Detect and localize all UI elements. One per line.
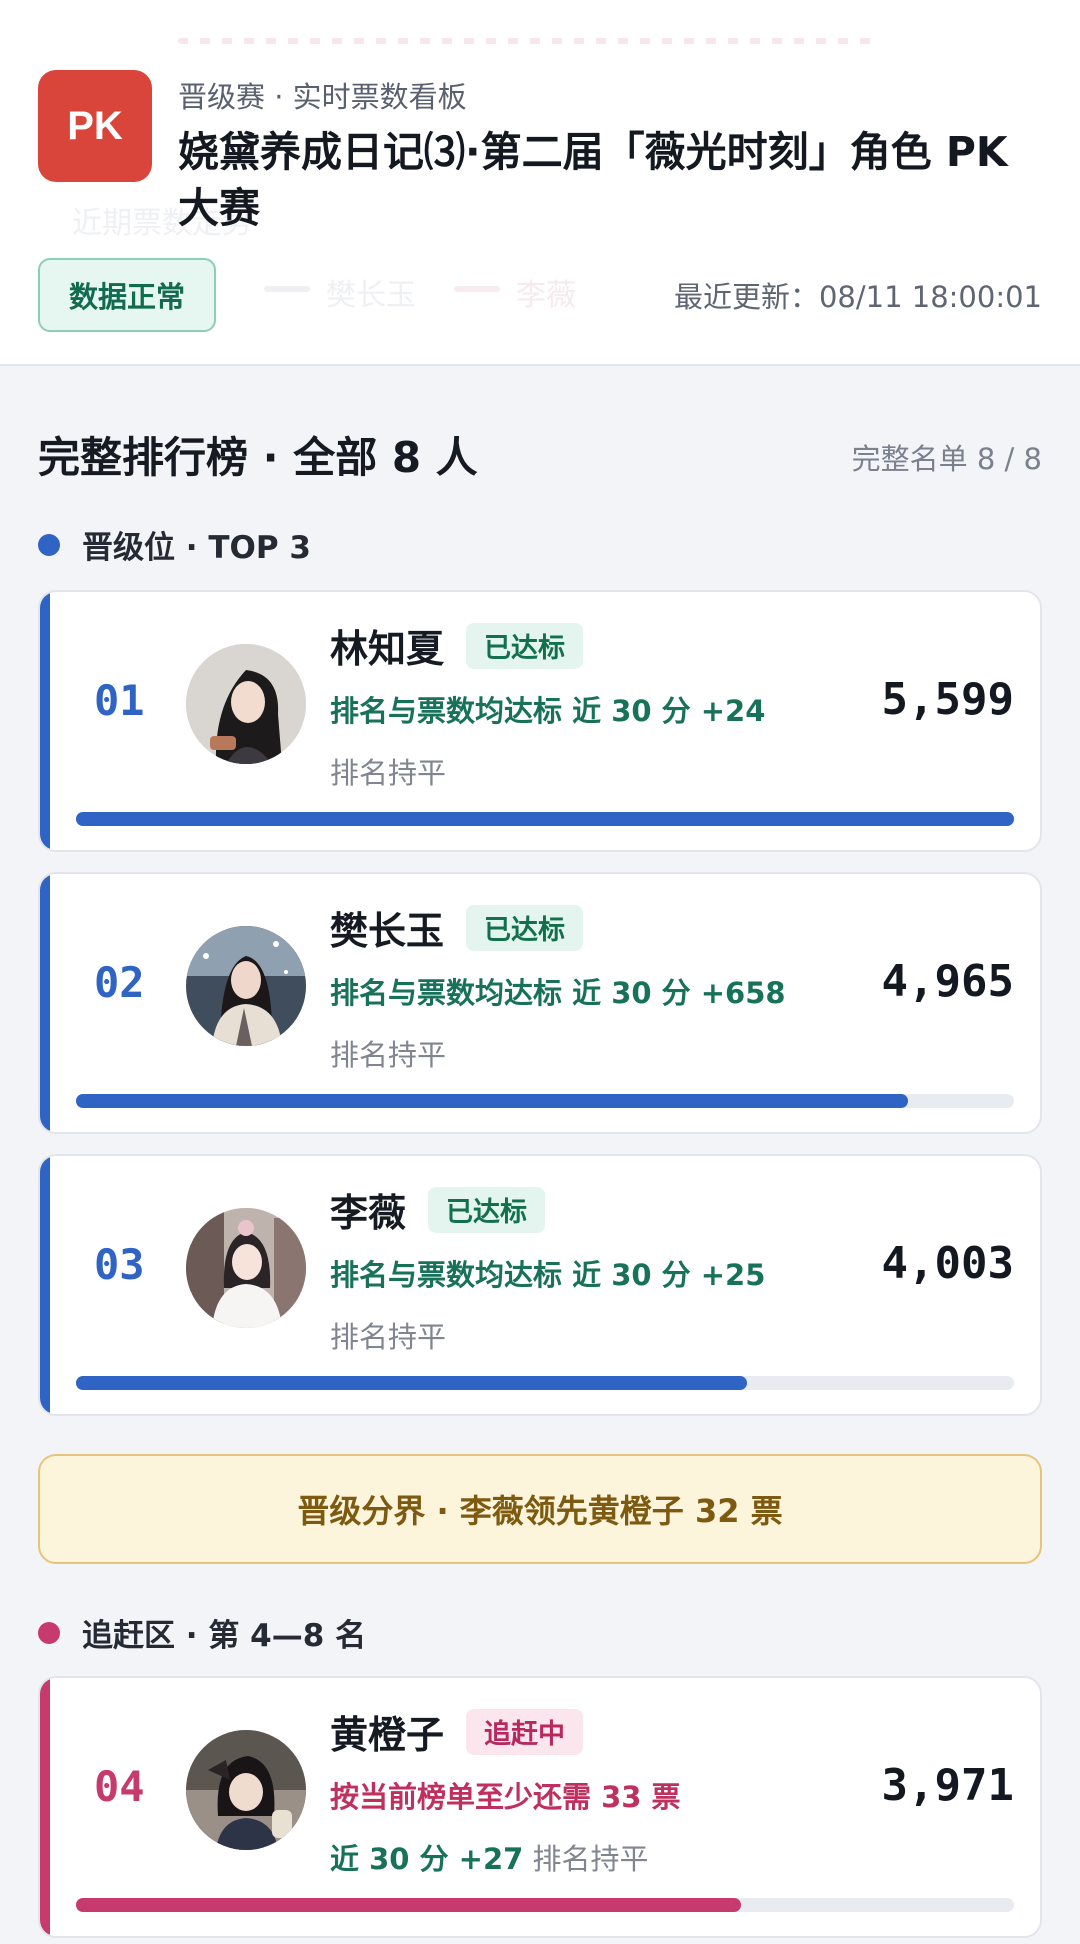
ghost-legend-2: 李薇: [516, 278, 576, 313]
rank-change-text: 排名持平: [532, 1842, 649, 1876]
page-header: 近期票数走势 樊长玉 李薇 PK 晋级赛 · 实时票数看板 娆黛养成日记⑶·第二…: [0, 0, 1080, 366]
leaderboard-count: 完整名单 8 / 8: [851, 442, 1042, 476]
avatar: [186, 1730, 306, 1850]
pk-logo: PK: [38, 70, 152, 182]
status-detail: 按当前榜单至少还需 33 票: [330, 1780, 681, 1814]
vote-count: 4,003: [881, 1238, 1014, 1289]
vote-count: 3,971: [881, 1760, 1014, 1811]
avatar: [186, 926, 306, 1046]
status-detail: 排名与票数均达标 近 30 分 +25: [330, 1258, 766, 1292]
status-tag: 已达标: [466, 622, 584, 669]
rank-change: 近 30 分 +27 排名持平: [330, 1836, 649, 1878]
rank-number: 03: [94, 1240, 145, 1289]
contestant-name: 林知夏: [330, 627, 445, 671]
last-updated: 最近更新：08/11 18:00:01: [673, 280, 1042, 314]
vote-progress-fill: [76, 812, 1014, 826]
contestant-name: 樊长玉: [330, 909, 445, 953]
vote-progress-bar: [76, 1898, 1014, 1912]
page-title: 娆黛养成日记⑶·第二届「薇光时刻」角色 PK 大赛: [178, 128, 1008, 232]
rank-number: 04: [94, 1762, 145, 1811]
leaderboard-card[interactable]: 04 黄橙子 追赶中 按当前榜单至少还需 33 票 近 30 分 +27 排名持…: [38, 1676, 1042, 1938]
leaderboard-card[interactable]: 02 樊长玉 已达标 排名与票数均达标 近 30 分 +658 排名持平 4,9…: [38, 872, 1042, 1134]
vote-count: 4,965: [881, 956, 1014, 1007]
vote-progress-fill: [76, 1898, 742, 1912]
vote-progress-bar: [76, 812, 1014, 826]
avatar: [186, 1208, 306, 1328]
vote-count: 5,599: [881, 674, 1014, 725]
ghost-legend-swatch-2: [454, 286, 500, 292]
vote-progress-bar: [76, 1094, 1014, 1108]
rank-change: 排名持平: [330, 1038, 447, 1072]
rank-change: 排名持平: [330, 1320, 447, 1354]
status-detail: 排名与票数均达标 近 30 分 +658: [330, 976, 786, 1010]
vote-progress-fill: [76, 1376, 747, 1390]
qualify-dot-icon: [38, 533, 60, 556]
status-tag: 追赶中: [466, 1708, 584, 1755]
rank-change: 排名持平: [330, 756, 447, 790]
qualify-cutoff-banner: 晋级分界 · 李薇领先黄橙子 32 票: [38, 1454, 1042, 1564]
ghost-legend-1: 樊长玉: [326, 278, 416, 313]
data-status-badge: 数据正常: [38, 258, 216, 332]
leaderboard-card[interactable]: 01 林知夏 已达标 排名与票数均达标 近 30 分 +24 排名持平 5,59…: [38, 590, 1042, 852]
contestant-name: 李薇: [330, 1191, 407, 1235]
ghost-legend-swatch-1: [264, 286, 310, 292]
rank-number: 02: [94, 958, 145, 1007]
chase-heading-label: 追赶区 · 第 4—8 名: [82, 1618, 367, 1654]
ghost-trend-line: [178, 38, 878, 44]
status-tag: 已达标: [466, 904, 584, 951]
leaderboard-card[interactable]: 03 李薇 已达标 排名与票数均达标 近 30 分 +25 排名持平 4,003: [38, 1154, 1042, 1416]
rank-stripe: [40, 874, 50, 1132]
chase-dot-icon: [38, 1621, 60, 1644]
status-tag: 已达标: [428, 1186, 546, 1233]
vote-progress-bar: [76, 1376, 1014, 1390]
vote-progress-fill: [76, 1094, 908, 1108]
rank-stripe: [40, 1156, 50, 1414]
rank-stripe: [40, 592, 50, 850]
leaderboard-title: 完整排行榜 · 全部 8 人: [38, 433, 478, 482]
qualify-heading-label: 晋级位 · TOP 3: [82, 530, 311, 566]
page-subtitle: 晋级赛 · 实时票数看板: [178, 80, 467, 114]
status-detail: 排名与票数均达标 近 30 分 +24: [330, 694, 766, 728]
chase-section-heading: 追赶区 · 第 4—8 名: [38, 1610, 366, 1655]
qualify-section-heading: 晋级位 · TOP 3: [38, 522, 311, 567]
recent-vote-delta: 近 30 分 +27: [330, 1842, 524, 1876]
rank-stripe: [40, 1678, 50, 1936]
contestant-name: 黄橙子: [330, 1713, 445, 1757]
avatar: [186, 644, 306, 764]
rank-number: 01: [94, 676, 145, 725]
